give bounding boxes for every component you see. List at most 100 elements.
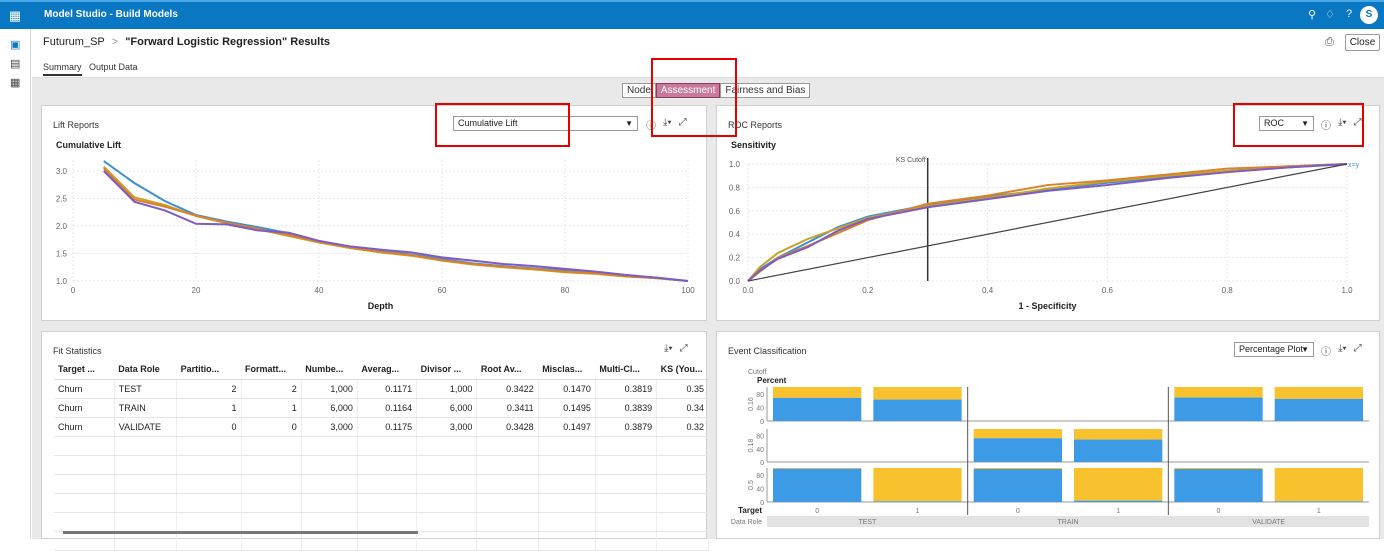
table-cell: [301, 436, 358, 456]
event-bar-gold: [973, 429, 1062, 439]
fit-column-header[interactable]: Partitio...: [176, 359, 242, 380]
horizontal-scrollbar[interactable]: [63, 531, 418, 534]
nodes-icon[interactable]: ▦: [10, 76, 20, 89]
table-cell: [114, 455, 178, 475]
table-cell: [538, 512, 596, 532]
table-cell: 3,000: [301, 417, 358, 437]
help-icon[interactable]: ?: [1346, 8, 1352, 20]
target-tick: 1: [916, 508, 920, 515]
expand-icon[interactable]: ⤢: [680, 343, 688, 354]
table-cell: Churn: [54, 398, 115, 418]
table-cell: [241, 474, 302, 494]
event-bar-gold: [1074, 468, 1163, 501]
fit-column-header[interactable]: Data Role: [114, 359, 177, 380]
fit-column-header[interactable]: Target ...: [54, 359, 115, 380]
table-cell: [476, 474, 539, 494]
table-cell: 3,000: [416, 417, 478, 437]
event-bar-gold: [773, 468, 862, 469]
app-header-bar: ▦ Model Studio - Build Models ⚲ ♢ ? S: [0, 0, 1384, 29]
table-cell: 0.3422: [476, 379, 539, 399]
table-row[interactable]: Churn VALIDATE 0 0 3,000 0.1175 3,000 0.3428 0.1…: [54, 417, 709, 437]
page-title: "Forward Logistic Regression" Results: [125, 36, 330, 48]
table-cell: [114, 512, 178, 532]
table-row[interactable]: [54, 512, 709, 532]
table-cell: [54, 436, 115, 456]
info-icon[interactable]: ⓘ: [1321, 343, 1331, 358]
fit-panel-title: Fit Statistics: [53, 346, 102, 356]
roc-x-tick: 0.6: [1102, 286, 1114, 295]
lift-panel-title: Lift Reports: [53, 120, 100, 130]
event-bar-gold: [1174, 468, 1263, 470]
fit-column-header[interactable]: Misclas...: [538, 359, 596, 380]
table-cell: [595, 531, 658, 551]
table-cell: [176, 493, 242, 513]
table-cell: [538, 531, 596, 551]
lift-x-tick: 40: [315, 286, 324, 295]
download-icon[interactable]: ⤓▾: [664, 343, 673, 354]
table-row[interactable]: [54, 474, 709, 494]
lift-y-tick: 2.0: [56, 222, 68, 231]
table-row[interactable]: [54, 436, 709, 456]
roc-series-line: [747, 163, 1348, 282]
breadcrumb-separator: >: [111, 36, 119, 48]
table-cell: VALIDATE: [114, 417, 178, 437]
roc-chart-title: Sensitivity: [731, 140, 777, 150]
event-bar-blue: [973, 438, 1062, 462]
table-cell: [656, 493, 709, 513]
roc-y-tick: 0.2: [729, 254, 741, 263]
roc-x-axis-label: 1 - Specificity: [1018, 301, 1076, 311]
table-cell: [595, 436, 658, 456]
search-icon[interactable]: ⚲: [1308, 8, 1316, 21]
roc-x-tick: 0.0: [742, 286, 754, 295]
fit-column-header[interactable]: Multi-Cl...: [595, 359, 657, 380]
table-cell: [538, 455, 596, 475]
data-icon[interactable]: ▤: [10, 57, 20, 70]
fit-statistics-table: Target ... Data Role Partitio... Formatt...…: [54, 359, 709, 551]
fit-statistics-panel: Fit Statistics ⤓▾ ⤢ Target ... Data Role P…: [41, 331, 709, 551]
fit-column-header[interactable]: KS (You...: [656, 359, 709, 380]
fit-column-header[interactable]: Divisor ...: [416, 359, 477, 380]
grid-icon[interactable]: ▦: [0, 2, 30, 29]
event-plot-select[interactable]: Percentage Plot ▼: [1234, 342, 1314, 357]
table-cell: 1,000: [301, 379, 358, 399]
highlight-roc-select: [1233, 103, 1364, 147]
fit-column-header[interactable]: Formatt...: [241, 359, 302, 380]
download-icon[interactable]: ⤓▾: [1338, 343, 1347, 358]
table-cell: [357, 493, 418, 513]
table-row[interactable]: [54, 493, 709, 513]
tab-output-data[interactable]: Output Data: [89, 62, 138, 72]
table-cell: Churn: [54, 417, 115, 437]
print-icon[interactable]: ⎙: [1325, 36, 1334, 49]
table-row[interactable]: Churn TRAIN 1 1 6,000 0.1164 6,000 0.3411 0.1495…: [54, 398, 709, 418]
avatar[interactable]: S: [1360, 6, 1378, 24]
table-cell: [476, 455, 539, 475]
expand-icon[interactable]: ⤢: [1354, 343, 1362, 358]
tab-summary[interactable]: Summary: [43, 62, 82, 76]
table-row[interactable]: Churn TEST 2 2 1,000 0.1171 1,000 0.3422 0.1470 0…: [54, 379, 709, 399]
table-cell: [301, 512, 358, 532]
data-role-tick: VALIDATE: [1252, 519, 1285, 526]
fit-column-header[interactable]: Numbe...: [301, 359, 358, 380]
breadcrumb-project[interactable]: Futurum_SP: [43, 36, 105, 48]
lift-series-line: [103, 165, 689, 282]
event-bar-gold: [973, 468, 1062, 470]
table-cell: 1: [241, 398, 302, 418]
table-cell: [476, 531, 539, 551]
close-button[interactable]: Close: [1345, 34, 1380, 51]
pipeline-icon[interactable]: ▣: [10, 38, 20, 51]
event-row-label: 0.18: [748, 439, 755, 453]
left-rail: ▣ ▤ ▦: [0, 29, 31, 539]
table-cell: [301, 455, 358, 475]
event-select-value: Percentage Plot: [1239, 344, 1304, 354]
lift-x-tick: 80: [561, 286, 570, 295]
table-cell: [301, 493, 358, 513]
fit-column-header[interactable]: Averag...: [357, 359, 417, 380]
fit-column-header[interactable]: Root Av...: [476, 359, 539, 380]
table-row[interactable]: [54, 455, 709, 475]
lift-y-tick: 1.5: [56, 250, 68, 259]
table-cell: [54, 474, 115, 494]
event-bar-blue: [873, 399, 962, 421]
lift-x-axis-label: Depth: [368, 301, 394, 311]
roc-y-tick: 0.0: [729, 277, 741, 286]
notification-icon[interactable]: ♢: [1325, 8, 1335, 21]
